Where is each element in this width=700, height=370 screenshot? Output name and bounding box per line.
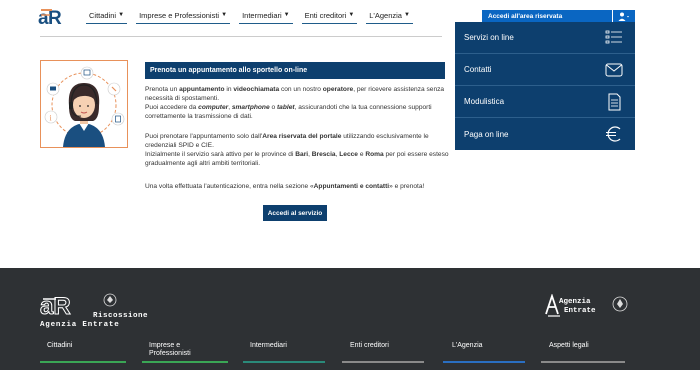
svg-text:aR: aR <box>40 293 71 320</box>
divider <box>40 36 442 37</box>
list-icon <box>605 30 622 43</box>
footer-nav-underline <box>40 361 126 363</box>
side-menu: Servizi on line Contatti Modulistica Pag… <box>455 22 635 150</box>
footer-nav-aspetti-legali[interactable]: Aspetti legali <box>549 342 589 350</box>
footer-nav-underline <box>243 361 325 363</box>
user-icon <box>618 12 629 21</box>
footer-nav-underline <box>142 361 228 363</box>
footer-logo2-line2: Entrate <box>564 307 596 315</box>
sidemenu-servizi-online[interactable]: Servizi on line <box>455 22 635 54</box>
sidemenu-modulistica[interactable]: Modulistica <box>455 86 635 118</box>
chevron-down-icon: ▼ <box>348 12 355 18</box>
nav-label: Imprese e Professionisti <box>139 10 220 20</box>
nav-agenzia[interactable]: L'Agenzia ▼ <box>366 8 413 24</box>
chevron-down-icon: ▼ <box>403 12 410 18</box>
nav-label: Enti creditori <box>304 10 347 20</box>
document-icon <box>608 93 621 110</box>
nav-label: Intermediari <box>242 10 282 20</box>
operator-image: i <box>44 66 125 147</box>
operator-illustration: i <box>40 60 128 148</box>
sidemenu-label: Paga on line <box>464 129 509 139</box>
sidemenu-label: Servizi on line <box>464 33 514 42</box>
nav-enti-creditori[interactable]: Enti creditori ▼ <box>301 8 358 24</box>
footer-nav-underline <box>443 361 525 363</box>
sidemenu-label: Modulistica <box>464 97 505 106</box>
chevron-down-icon: ▼ <box>118 12 125 18</box>
nav-label: L'Agenzia <box>369 10 402 20</box>
nav-intermediari[interactable]: Intermediari ▼ <box>239 8 293 24</box>
paragraph-3: Una volta effettuata l'autenticazione, e… <box>145 183 425 190</box>
footer-nav-cittadini[interactable]: Cittadini <box>47 342 72 350</box>
footer-nav-imprese[interactable]: Imprese e Professionisti <box>149 342 209 358</box>
footer-logo-agenzia-entrate[interactable]: Agenzia Entrate <box>544 293 634 320</box>
chevron-down-icon: ▼ <box>283 12 290 18</box>
sidemenu-label: Contatti <box>464 65 492 74</box>
footer-logo2-line1: Agenzia <box>559 298 591 306</box>
main-nav: Cittadini ▼ Imprese e Professionisti ▼ Int… <box>86 8 422 24</box>
paragraph-2: Puoi prenotare l'appuntamento solo dall'… <box>145 133 449 167</box>
footer-nav-underline <box>342 361 424 363</box>
aer-logo[interactable]: a R <box>38 6 74 28</box>
footer-nav-intermediari[interactable]: Intermediari <box>250 342 287 350</box>
nav-label: Cittadini <box>89 10 117 20</box>
paragraph-1: Prenota un appuntamento in videochiamata… <box>145 86 445 120</box>
accedi-servizio-button[interactable]: Accedi al servizio <box>263 205 327 221</box>
footer-logo1-line2: Agenzia Entrate <box>40 321 120 329</box>
footer-nav-agenzia[interactable]: L'Agenzia <box>452 342 483 350</box>
footer-nav-enti-creditori[interactable]: Enti creditori <box>350 342 389 350</box>
nav-cittadini[interactable]: Cittadini ▼ <box>86 8 128 24</box>
footer-logo1-line1: Riscossione <box>93 312 149 320</box>
euro-icon <box>606 126 621 142</box>
content-title: Prenota un appuntamento allo sportello o… <box>145 62 445 79</box>
sidemenu-paga-online[interactable]: Paga on line <box>455 118 635 150</box>
sidemenu-contatti[interactable]: Contatti <box>455 54 635 86</box>
footer: aR Riscossione Agenzia Entrate Agenzia E… <box>0 268 700 370</box>
nav-imprese[interactable]: Imprese e Professionisti ▼ <box>136 8 231 24</box>
mail-icon <box>605 63 623 76</box>
footer-nav-underline <box>541 361 625 363</box>
chevron-down-icon: ▼ <box>221 12 228 18</box>
footer-logo-riscossione[interactable]: aR Riscossione Agenzia Entrate <box>40 292 158 332</box>
